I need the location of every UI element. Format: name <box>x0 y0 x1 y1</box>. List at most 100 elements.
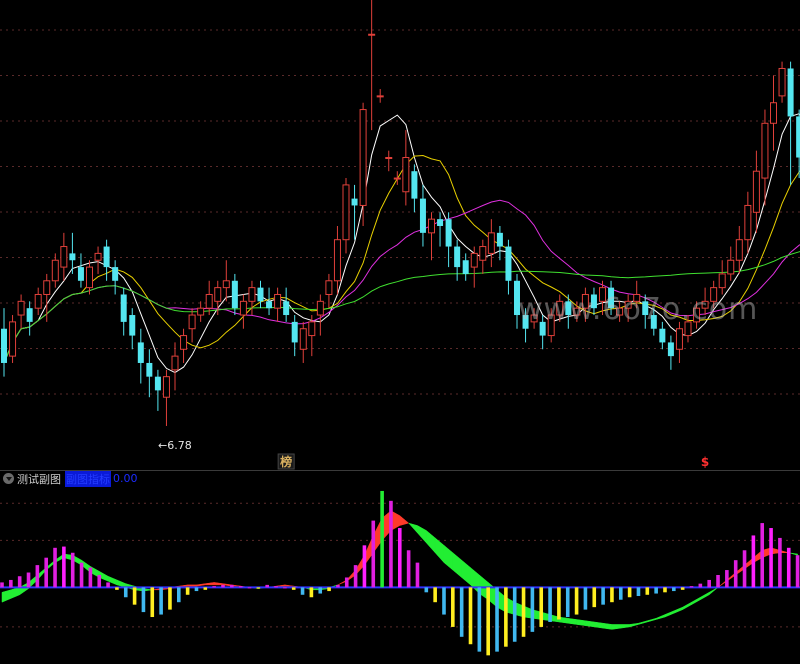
cloud-segment <box>611 624 622 630</box>
signal-marker: $ <box>701 455 709 469</box>
candle-body <box>34 293 42 309</box>
cloud-segment <box>682 601 692 611</box>
histogram-bar <box>79 562 84 588</box>
histogram-bar <box>565 587 570 618</box>
histogram-bar <box>680 587 685 590</box>
histogram-bar <box>610 587 614 603</box>
candle-body <box>351 198 358 206</box>
candle-body <box>479 246 487 261</box>
candle-body <box>718 273 726 289</box>
candle-body <box>675 328 683 350</box>
candle-body <box>231 280 238 309</box>
candle-body <box>112 267 119 281</box>
histogram-bar <box>344 577 349 588</box>
cloud-segment <box>638 620 648 625</box>
candle-body <box>770 102 777 124</box>
candle-body <box>316 300 324 316</box>
histogram-bar <box>512 587 517 642</box>
histogram-bar <box>26 572 31 588</box>
cloud-segment <box>1 589 12 603</box>
histogram-bar <box>212 586 216 588</box>
main-candlestick-chart[interactable]: 榜$跌 <box>0 0 800 470</box>
cloud-segment <box>576 619 586 626</box>
histogram-bar <box>698 583 703 588</box>
histogram-bar <box>389 500 393 588</box>
histogram-bar <box>141 587 146 613</box>
cloud-segment <box>399 515 410 526</box>
histogram-bar <box>35 565 40 588</box>
candle-body <box>393 177 401 180</box>
histogram-bar <box>397 528 402 588</box>
sub-chart-badge[interactable]: 副图指标 <box>65 470 111 487</box>
candle-body <box>735 239 743 261</box>
candle-body <box>51 259 59 282</box>
histogram-bar <box>336 584 340 588</box>
histogram-bar <box>477 587 482 652</box>
histogram-bar <box>97 575 102 588</box>
histogram-bar <box>521 587 526 637</box>
cloud-segment <box>213 582 224 586</box>
candle-body <box>752 170 760 213</box>
candle-body <box>402 157 410 193</box>
cloud-segment <box>434 537 445 564</box>
histogram-bar <box>645 587 650 595</box>
histogram-bar <box>769 528 773 588</box>
histogram-bar <box>601 587 605 605</box>
histogram-bar <box>486 587 490 656</box>
histogram-bar <box>795 555 800 588</box>
candle-body <box>86 266 93 289</box>
histogram-bar <box>557 587 561 620</box>
collapse-chevron-icon[interactable] <box>3 473 14 484</box>
candle-body <box>727 259 735 275</box>
cloud-segment <box>452 552 462 579</box>
candle-body <box>222 280 230 289</box>
histogram-bar <box>362 545 367 588</box>
histogram-bar <box>442 587 446 615</box>
histogram-bar <box>663 587 667 593</box>
histogram-bar <box>751 535 756 588</box>
histogram-bar <box>115 587 119 590</box>
candle-body <box>162 376 170 398</box>
histogram-bar <box>415 562 420 588</box>
histogram-bar <box>468 587 473 645</box>
candle-body <box>120 294 127 322</box>
candle-body <box>248 287 256 302</box>
sub-indicator-chart[interactable] <box>0 486 800 664</box>
candle-body <box>454 246 461 268</box>
candle-body <box>308 321 316 337</box>
candle-body <box>778 67 786 97</box>
histogram-bar <box>230 584 234 588</box>
histogram-bar <box>150 587 155 618</box>
histogram-bar <box>380 490 384 588</box>
candle-body <box>299 328 307 350</box>
histogram-bar <box>371 520 376 588</box>
candle-body <box>796 116 800 158</box>
cloud-segment <box>673 606 683 614</box>
candle-body <box>9 321 17 357</box>
candle-body <box>239 300 247 316</box>
candle-body <box>325 280 333 295</box>
candle-body <box>291 321 298 343</box>
histogram-bar <box>185 587 190 595</box>
histogram-bar <box>159 587 163 615</box>
candle-body <box>470 252 478 268</box>
candle-body <box>359 109 367 206</box>
candle-body <box>205 293 213 309</box>
histogram-bar <box>168 587 172 610</box>
candle-body <box>667 342 674 357</box>
cloud-segment <box>629 622 639 628</box>
histogram-bar <box>327 587 331 592</box>
histogram-bar <box>618 587 623 600</box>
cloud-segment <box>116 579 127 588</box>
candle-body <box>445 219 452 247</box>
cloud-segment <box>647 617 657 623</box>
histogram-bar <box>291 587 296 590</box>
candle-body <box>197 307 205 316</box>
candle-body <box>368 33 376 36</box>
candle-body <box>257 287 264 302</box>
histogram-bar <box>194 587 199 592</box>
cloud-segment <box>567 617 577 625</box>
candle-body <box>60 246 68 268</box>
histogram-bar <box>742 550 747 588</box>
candle-body <box>17 300 25 316</box>
